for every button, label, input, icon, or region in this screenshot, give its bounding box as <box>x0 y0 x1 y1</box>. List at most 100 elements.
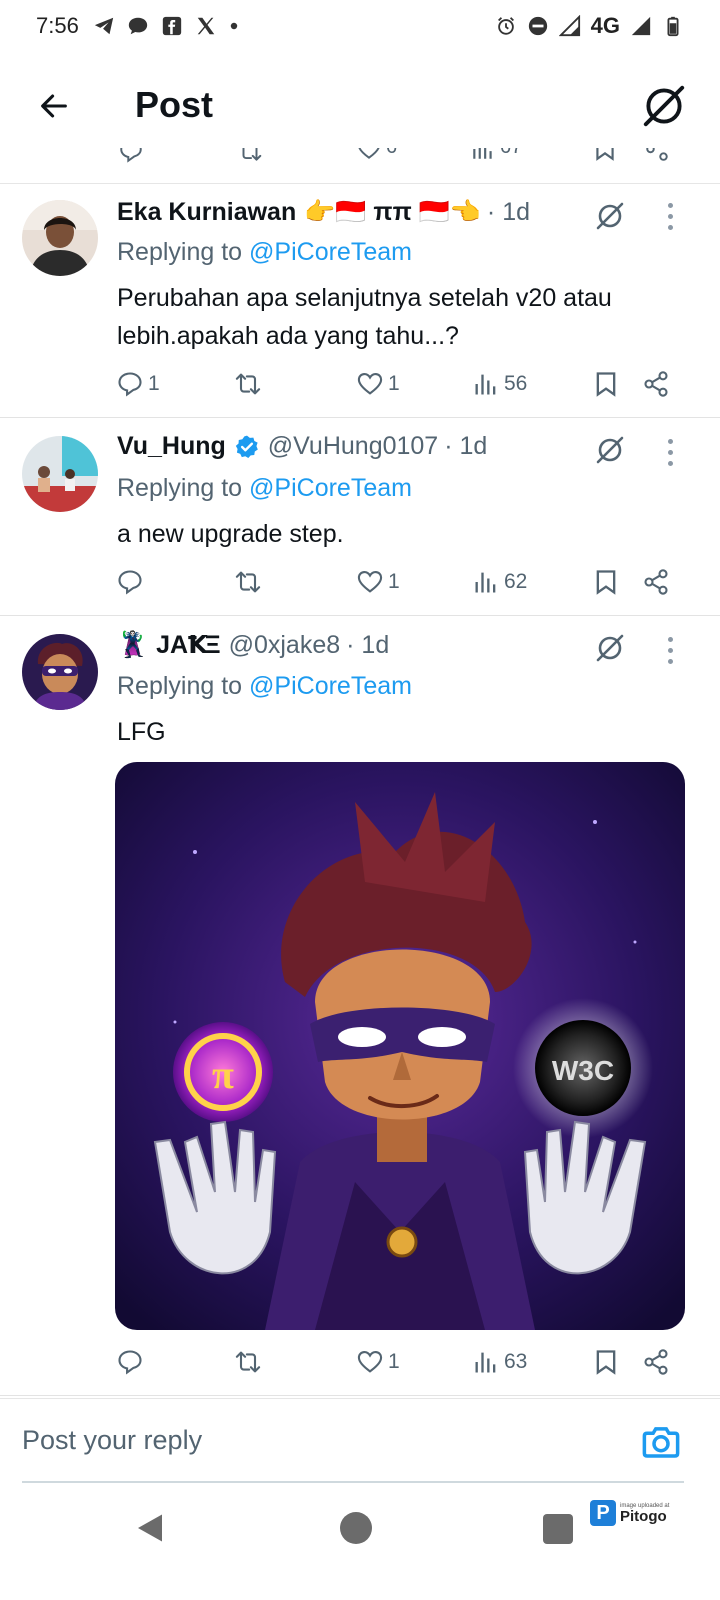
like-count: 1 <box>388 1350 400 1373</box>
grok-icon[interactable] <box>590 628 630 668</box>
mention-link[interactable]: @PiCoreTeam <box>249 238 412 266</box>
timestamp: · 1d <box>346 630 390 659</box>
like-button[interactable]: 1 <box>356 364 400 404</box>
reply-composer: Post your reply <box>0 1398 720 1486</box>
like-button[interactable]: 1 <box>356 562 400 602</box>
replying-to: Replying to @PiCoreTeam <box>117 474 412 503</box>
like-count: 1 <box>388 372 400 395</box>
reply-button[interactable] <box>116 1342 148 1382</box>
display-name[interactable]: JAꝀΞ <box>156 630 220 660</box>
reply-button[interactable]: 1 <box>116 364 160 404</box>
views-button[interactable]: 62 <box>472 562 527 602</box>
nav-recents-button[interactable] <box>543 1514 573 1544</box>
mention-link[interactable]: @PiCoreTeam <box>249 474 412 502</box>
tweet-vu-hung[interactable]: Vu_Hung @VuHung0107 · 1d Replying to @Pi… <box>0 418 720 616</box>
share-icon <box>644 1349 668 1375</box>
share-icon <box>644 569 668 595</box>
grok-icon[interactable] <box>590 196 630 236</box>
user-handle[interactable]: @0xjake8 <box>229 631 341 660</box>
facebook-icon <box>162 16 181 36</box>
top-app-bar: Post <box>0 62 720 152</box>
like-count: 1 <box>388 570 400 593</box>
share-button[interactable] <box>642 562 670 602</box>
views-icon <box>475 1352 496 1373</box>
avatar[interactable] <box>22 634 98 710</box>
x-logo-icon <box>197 17 215 35</box>
status-time: 7:56 <box>36 13 79 38</box>
share-button[interactable] <box>642 364 670 404</box>
bookmark-icon <box>596 1350 616 1375</box>
more-options-button[interactable] <box>660 196 680 236</box>
reply-button[interactable] <box>116 562 148 602</box>
reply-count: 1 <box>148 372 160 395</box>
notification-icons <box>93 15 239 37</box>
avatar[interactable] <box>22 200 98 276</box>
telegram-icon <box>94 17 113 35</box>
tweet-media-image[interactable]: π W3C <box>115 762 685 1330</box>
like-icon <box>357 1351 383 1373</box>
bookmark-button[interactable] <box>592 562 620 602</box>
like-icon <box>358 148 380 159</box>
reply-icon <box>118 570 142 595</box>
retweet-icon <box>235 1351 261 1373</box>
camera-icon[interactable] <box>640 1421 682 1463</box>
reply-input[interactable]: Post your reply <box>22 1425 202 1456</box>
status-bar: 7:56 4G <box>0 0 720 52</box>
dot-icon <box>230 22 238 30</box>
tweet-text: a new upgrade step. <box>117 520 344 548</box>
system-nav-bar: P image uploaded at Pitogo <box>0 1490 720 1600</box>
tweet-header: 🦹 JAꝀΞ @0xjake8 · 1d <box>117 630 389 660</box>
tweet-actions: 1 62 <box>116 562 686 602</box>
reply-icon <box>120 148 142 163</box>
retweet-button[interactable] <box>234 364 266 404</box>
share-button[interactable] <box>642 1342 670 1382</box>
pitogo-logo-icon: P <box>590 1500 616 1526</box>
nav-home-button[interactable] <box>340 1512 372 1544</box>
tweet-eka[interactable]: Eka Kurniawan 👉🇮🇩 ππ 🇮🇩👈 · 1d Replying t… <box>0 184 720 418</box>
more-options-button[interactable] <box>660 432 680 472</box>
avatar[interactable] <box>22 436 98 512</box>
retweet-icon <box>235 571 261 593</box>
display-name[interactable]: Vu_Hung <box>117 432 226 461</box>
back-button[interactable] <box>30 82 78 130</box>
bookmark-icon <box>596 372 616 397</box>
retweet-button[interactable] <box>234 562 266 602</box>
pitogo-watermark: P image uploaded at Pitogo <box>590 1500 669 1526</box>
replying-to-prefix: Replying to <box>117 238 250 266</box>
views-icon <box>475 374 496 395</box>
system-icons: 4G <box>495 13 684 39</box>
retweet-icon <box>235 373 261 395</box>
page-title: Post <box>135 84 214 125</box>
tweet-text: Perubahan apa selanjutnya setelah v20 at… <box>117 284 612 350</box>
bookmark-icon <box>596 148 614 161</box>
view-count: 63 <box>504 1350 528 1373</box>
grok-icon[interactable] <box>638 80 690 132</box>
more-options-button[interactable] <box>660 630 680 670</box>
views-button[interactable]: 63 <box>472 1342 527 1382</box>
display-name[interactable]: Eka Kurniawan <box>117 198 296 227</box>
mention-link[interactable]: @PiCoreTeam <box>249 672 412 700</box>
user-handle[interactable]: @VuHung0107 <box>268 432 438 461</box>
views-icon <box>475 572 496 593</box>
arrow-left-icon <box>41 94 67 118</box>
bookmark-icon <box>596 570 616 595</box>
tweet-header: Eka Kurniawan 👉🇮🇩 ππ 🇮🇩👈 · 1d <box>117 198 530 227</box>
nav-back-icon[interactable] <box>132 1510 168 1546</box>
like-button[interactable]: 1 <box>356 1342 400 1382</box>
views-icon <box>473 148 492 159</box>
grok-icon[interactable] <box>590 430 630 470</box>
retweet-icon <box>242 148 262 161</box>
bookmark-button[interactable] <box>592 364 620 404</box>
retweet-button[interactable] <box>234 1342 266 1382</box>
alarm-icon <box>497 17 514 35</box>
share-icon <box>646 148 668 161</box>
signal-icon <box>558 15 580 37</box>
battery-icon <box>667 16 679 37</box>
like-icon <box>357 373 383 395</box>
views-button[interactable]: 56 <box>472 364 527 404</box>
prev-like-count: 6 <box>386 148 397 159</box>
bookmark-button[interactable] <box>592 1342 620 1382</box>
replying-to: Replying to @PiCoreTeam <box>117 672 412 701</box>
replying-to: Replying to @PiCoreTeam <box>117 238 412 267</box>
prev-view-count: 67 <box>500 148 522 159</box>
